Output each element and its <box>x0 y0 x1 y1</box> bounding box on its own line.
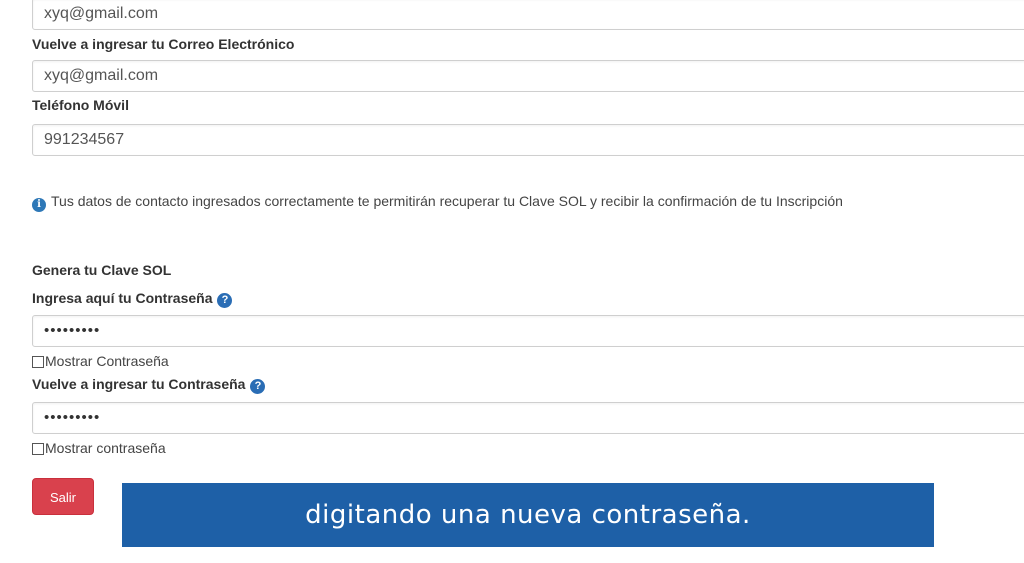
show-password-row[interactable]: Mostrar Contraseña <box>32 353 169 369</box>
email-field[interactable]: xyq@gmail.com <box>32 0 1024 30</box>
confirm-password-field[interactable]: ••••••••• <box>32 402 1024 434</box>
contact-info-note: i Tus datos de contacto ingresados correc… <box>32 192 843 212</box>
help-icon[interactable]: ? <box>250 379 266 394</box>
registration-form-page: xyq@gmail.com Vuelve a ingresar tu Corre… <box>0 0 1024 563</box>
confirm-email-label: Vuelve a ingresar tu Correo Electrónico <box>32 36 295 52</box>
confirm-password-label-row: Vuelve a ingresar tu Contraseña? <box>32 375 266 394</box>
show-confirm-password-row[interactable]: Mostrar contraseña <box>32 440 166 456</box>
phone-field[interactable]: 991234567 <box>32 124 1024 156</box>
show-password-checkbox[interactable] <box>32 356 44 368</box>
caption-banner: digitando una nueva contraseña. <box>122 483 934 547</box>
show-confirm-password-label: Mostrar contraseña <box>45 440 166 456</box>
help-icon[interactable]: ? <box>217 293 233 308</box>
show-password-label: Mostrar Contraseña <box>45 353 169 369</box>
password-label-row: Ingresa aquí tu Contraseña? <box>32 289 233 308</box>
info-icon: i <box>32 198 46 212</box>
phone-label: Teléfono Móvil <box>32 97 129 113</box>
password-field[interactable]: ••••••••• <box>32 315 1024 347</box>
confirm-password-label: Vuelve a ingresar tu Contraseña <box>32 376 246 392</box>
contact-info-text: Tus datos de contacto ingresados correct… <box>51 193 843 209</box>
password-label: Ingresa aquí tu Contraseña <box>32 290 213 306</box>
section-title: Genera tu Clave SOL <box>32 262 172 278</box>
exit-button[interactable]: Salir <box>32 478 94 515</box>
confirm-email-field[interactable]: xyq@gmail.com <box>32 60 1024 92</box>
show-confirm-password-checkbox[interactable] <box>32 443 44 455</box>
